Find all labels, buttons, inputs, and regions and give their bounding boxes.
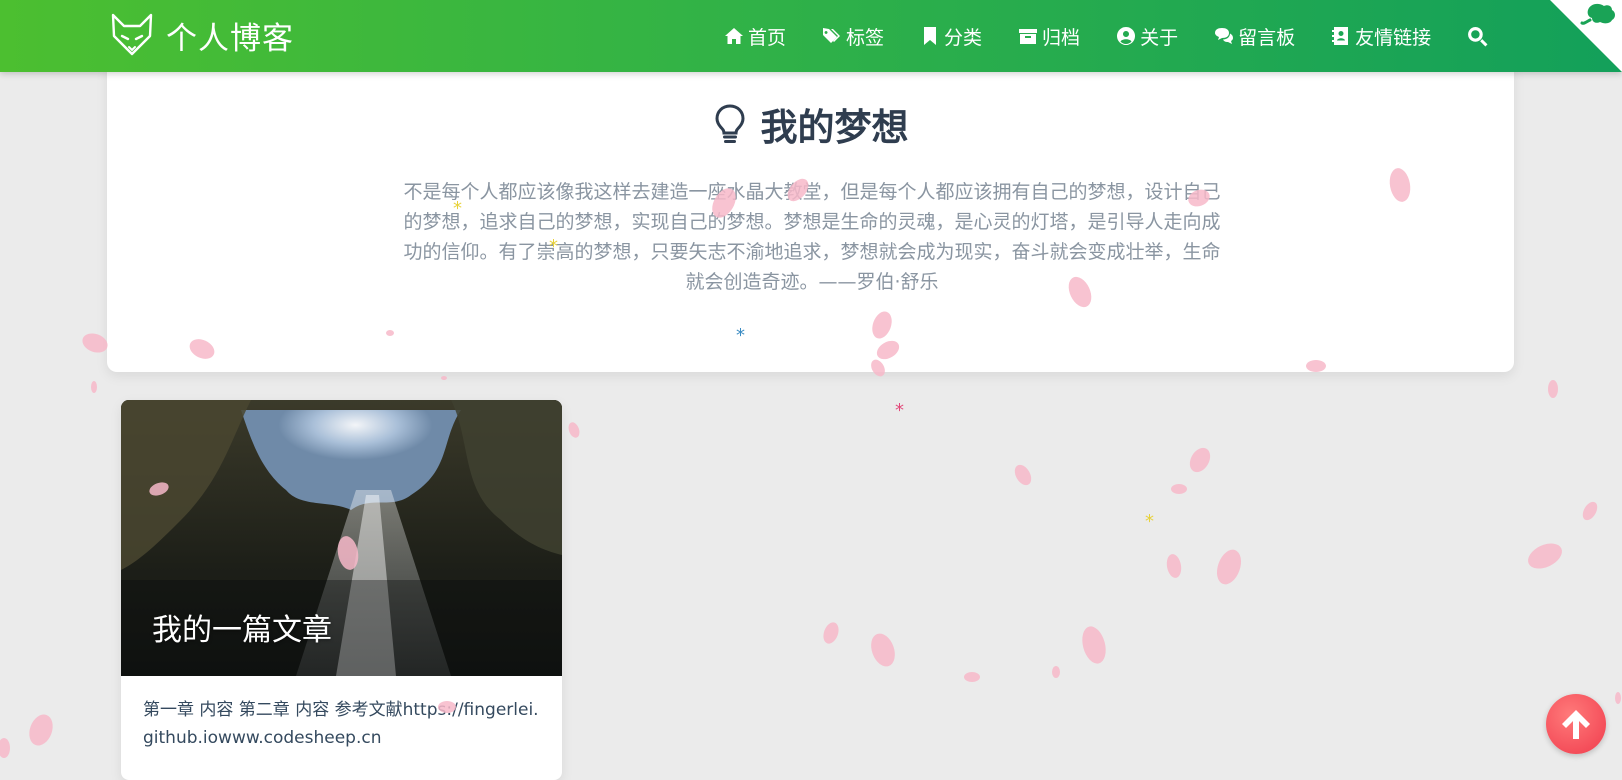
fox-icon — [111, 13, 153, 56]
article-title[interactable]: 我的一篇文章 — [152, 605, 332, 649]
nav-label: 关于 — [1140, 26, 1179, 49]
nav-item-guestbook[interactable]: 留言板 — [1214, 23, 1295, 50]
arrow-up-icon — [1562, 710, 1590, 739]
dream-heading: 我的梦想 — [107, 97, 1514, 151]
svg-text:*: * — [895, 400, 904, 421]
search-button[interactable] — [1467, 26, 1492, 47]
nav-label: 留言板 — [1238, 26, 1296, 49]
nav-item-categories[interactable]: 分类 — [920, 23, 982, 50]
search-icon — [1468, 26, 1488, 46]
nav-label: 首页 — [748, 26, 787, 49]
nav-item-about[interactable]: 关于 — [1116, 23, 1178, 50]
user-circle-icon — [1117, 27, 1136, 45]
site-title: 个人博客 — [166, 20, 294, 57]
dream-title: 我的梦想 — [760, 106, 909, 149]
dream-quote: 不是每个人都应该像我这样去建造一座水晶大教堂，但是每个人都应该拥有自己的梦想，设… — [403, 181, 1221, 293]
navbar: 个人博客 首页 标签 分类 归档 关于 留言板 友情链接 — [0, 0, 1622, 72]
main-nav: 首页 标签 分类 归档 关于 留言板 友情链接 — [724, 0, 1492, 72]
nav-item-home[interactable]: 首页 — [724, 23, 786, 50]
nav-item-tags[interactable]: 标签 — [822, 23, 884, 50]
comments-icon — [1215, 28, 1234, 44]
github-corner-icon[interactable] — [1550, 0, 1622, 72]
nav-label: 友情链接 — [1355, 26, 1432, 49]
article-excerpt: 第一章 内容 第二章 内容 参考文献https://fingerlei.gith… — [143, 700, 539, 748]
article-cover-image[interactable]: 我的一篇文章 — [121, 400, 562, 676]
svg-text:*: * — [1145, 511, 1154, 532]
back-to-top-button[interactable] — [1546, 694, 1606, 754]
nav-label: 分类 — [944, 26, 983, 49]
nav-item-archives[interactable]: 归档 — [1018, 23, 1080, 50]
article-card[interactable]: 我的一篇文章 第一章 内容 第二章 内容 参考文献https://fingerl… — [121, 400, 562, 780]
nav-label: 归档 — [1042, 26, 1081, 49]
nav-label: 标签 — [846, 26, 885, 49]
tags-icon — [823, 28, 841, 43]
nav-item-links[interactable]: 友情链接 — [1331, 23, 1431, 50]
archive-icon — [1019, 29, 1038, 44]
home-icon — [725, 28, 743, 44]
brand[interactable]: 个人博客 — [110, 12, 294, 58]
address-book-icon — [1332, 27, 1349, 45]
lightbulb-icon — [714, 104, 745, 143]
dream-card: 我的梦想 不是每个人都应该像我这样去建造一座水晶大教堂，但是每个人都应该拥有自己… — [107, 60, 1514, 372]
bookmark-icon — [924, 27, 937, 45]
